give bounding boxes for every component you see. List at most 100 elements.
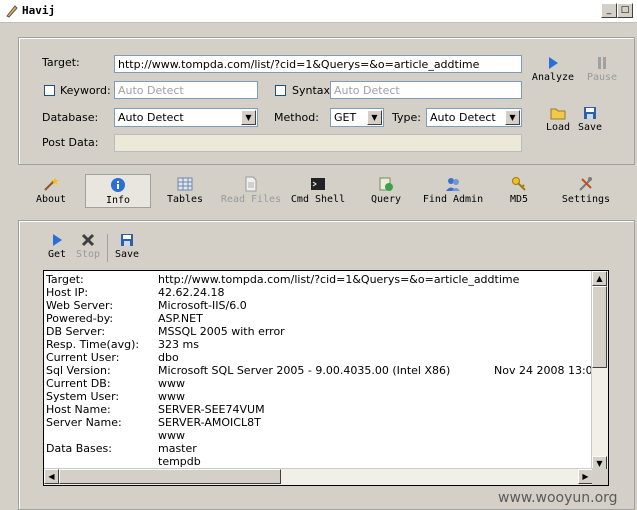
pause-icon <box>598 57 606 69</box>
tab-cmd-shell[interactable]: Cmd Shell <box>289 176 347 205</box>
save-label: Save <box>577 122 603 133</box>
info-key: Web Server: <box>46 299 114 312</box>
scroll-thumb[interactable] <box>592 286 607 368</box>
hscroll-thumb[interactable] <box>59 469 281 484</box>
info-value: 323 ms <box>158 338 199 351</box>
info-output[interactable]: Target: http://www.tompda.com/list/?cid=1… <box>43 270 609 486</box>
stop-button[interactable]: Stop <box>73 233 103 260</box>
type-label: Type: <box>392 111 421 124</box>
keyword-input[interactable]: Auto Detect <box>114 81 258 99</box>
chevron-down-icon[interactable]: ▼ <box>367 110 382 125</box>
tab-info-label: Info <box>105 195 131 206</box>
chevron-down-icon[interactable]: ▼ <box>505 110 520 125</box>
database-select[interactable]: Auto Detect ▼ <box>114 108 258 127</box>
stop-label: Stop <box>75 249 101 260</box>
postdata-input[interactable] <box>114 134 522 152</box>
save-button[interactable]: Save <box>574 106 606 133</box>
info-value: 42.62.24.18 <box>158 286 225 299</box>
info-key: Resp. Time(avg): <box>46 338 140 351</box>
watermark: www.wooyun.org <box>498 490 618 506</box>
window-title: Havij <box>22 4 56 17</box>
syntax-checkbox[interactable] <box>275 85 286 96</box>
title-bar: Havij _ □ <box>0 0 637 23</box>
pause-button[interactable]: Pause <box>584 56 620 83</box>
folder-icon <box>550 108 566 120</box>
info-value: MSSQL 2005 with error <box>158 325 285 338</box>
app-icon <box>6 5 18 18</box>
minimize-button[interactable]: _ <box>601 3 617 18</box>
tab-about-label: About <box>35 194 67 205</box>
load-button[interactable]: Load <box>542 106 574 133</box>
tab-cmd-shell-label: Cmd Shell <box>290 194 346 205</box>
key-icon <box>512 177 526 191</box>
toolbar-divider <box>107 234 108 262</box>
tools-icon <box>579 177 592 191</box>
save-output-label: Save <box>114 249 140 260</box>
target-input[interactable]: http://www.tompda.com/list/?cid=1&Querys… <box>114 55 522 73</box>
info-key: Current DB: <box>46 377 111 390</box>
info-value: www <box>158 377 185 390</box>
save-output-button[interactable]: Save <box>112 233 142 260</box>
stop-icon <box>81 233 95 247</box>
vertical-scrollbar[interactable]: ▲ ▼ <box>591 271 608 471</box>
tab-tables[interactable]: Tables <box>163 176 207 205</box>
info-value: Microsoft SQL Server 2005 - 9.00.4035.00… <box>158 364 451 377</box>
scroll-left-button[interactable]: ◀ <box>44 469 59 484</box>
postdata-label: Post Data: <box>42 136 99 149</box>
tab-settings[interactable]: Settings <box>560 176 612 205</box>
horizontal-scrollbar[interactable]: ◀ ▶ <box>44 468 593 485</box>
type-value: Auto Detect <box>430 111 496 124</box>
info-value-extra: Nov 24 2008 13:0 <box>494 364 593 377</box>
tab-info[interactable]: Info <box>85 174 151 208</box>
target-label: Target: <box>42 56 80 69</box>
method-value: GET <box>334 111 357 124</box>
tab-query[interactable]: Query <box>367 176 405 205</box>
method-label: Method: <box>274 111 319 124</box>
info-key: Host IP: <box>46 286 89 299</box>
get-label: Get <box>47 249 67 260</box>
tab-settings-label: Settings <box>561 194 611 205</box>
tab-read-files[interactable]: Read Files <box>219 176 283 205</box>
load-label: Load <box>545 122 571 133</box>
users-icon <box>446 178 460 191</box>
info-value: master <box>158 442 197 455</box>
tab-about[interactable]: About <box>30 176 72 205</box>
type-select[interactable]: Auto Detect ▼ <box>426 108 522 127</box>
analyze-label: Analyze <box>531 72 575 83</box>
info-key: Host Name: <box>46 403 111 416</box>
info-key: Data Bases: <box>46 442 112 455</box>
info-value: ASP.NET <box>158 312 203 325</box>
info-value: http://www.tompda.com/list/?cid=1&Querys… <box>158 273 520 286</box>
syntax-label: Syntax: <box>292 84 334 97</box>
analyze-button[interactable]: Analyze <box>530 56 576 83</box>
table-icon <box>177 177 193 191</box>
play-icon <box>53 234 62 246</box>
get-button[interactable]: Get <box>44 233 70 260</box>
tab-find-admin-label: Find Admin <box>422 194 484 205</box>
keyword-label: Keyword: <box>60 84 111 97</box>
info-key: Powered-by: <box>46 312 114 325</box>
keyword-checkbox[interactable] <box>44 85 55 96</box>
tab-md5-label: MD5 <box>509 194 529 205</box>
method-select[interactable]: GET ▼ <box>330 108 384 127</box>
info-value: Microsoft-IIS/6.0 <box>158 299 247 312</box>
syntax-input[interactable]: Auto Detect <box>330 81 522 99</box>
database-label: Database: <box>42 111 99 124</box>
tab-tables-label: Tables <box>166 194 204 205</box>
info-icon <box>111 178 125 192</box>
info-key: Server Name: <box>46 416 122 429</box>
scroll-up-button[interactable]: ▲ <box>592 271 607 286</box>
floppy-icon <box>584 107 596 119</box>
pause-label: Pause <box>586 72 618 83</box>
tab-find-admin[interactable]: Find Admin <box>420 176 486 205</box>
tab-md5[interactable]: MD5 <box>502 176 536 205</box>
info-value: tempdb <box>158 455 201 468</box>
info-value: SERVER-AMOICL8T <box>158 416 261 429</box>
scroll-corner <box>592 469 608 485</box>
maximize-button[interactable]: □ <box>617 3 633 18</box>
scroll-right-button[interactable]: ▶ <box>578 469 593 484</box>
floppy-icon <box>121 234 133 246</box>
info-key: Current User: <box>46 351 120 364</box>
tab-query-label: Query <box>370 194 402 205</box>
chevron-down-icon[interactable]: ▼ <box>241 110 256 125</box>
